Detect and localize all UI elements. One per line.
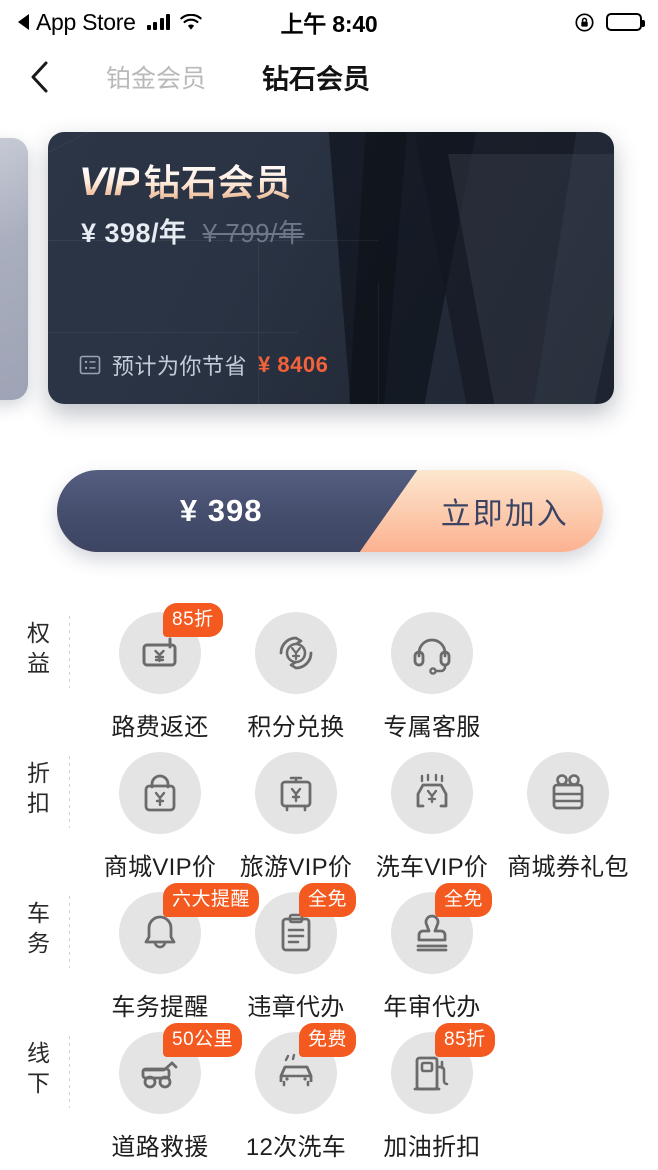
benefit-icon-wrap: [391, 612, 473, 694]
navigation-bar: 铂金会员 钻石会员: [0, 48, 658, 106]
tab-diamond-member[interactable]: 钻石会员: [262, 58, 370, 97]
benefit-icon-wrap: 免费: [255, 1023, 357, 1114]
diamond-membership-card[interactable]: VIP 钻石会员 ¥ 398/年 ¥ 799/年 预计为你节省 ¥ 8406: [48, 132, 614, 404]
card-price-current: ¥ 398/年: [81, 218, 187, 248]
benefit-badge: 85折: [163, 603, 223, 637]
status-bar-right: [574, 12, 645, 33]
benefit-item-label: 年审代办: [383, 994, 481, 1021]
benefit-item-label: 商城券礼包: [507, 854, 629, 881]
benefit-icon-wrap: 85折: [119, 603, 223, 694]
benefit-item-label: 12次洗车: [245, 1134, 347, 1161]
card-title-label: 钻石会员: [144, 154, 292, 206]
benefit-icon-wrap: 六大提醒: [119, 883, 260, 974]
benefit-row-label: 车务: [27, 900, 51, 956]
card-savings-amount: ¥ 8406: [258, 352, 329, 377]
car-wash-yen-icon: [391, 752, 473, 834]
benefit-item[interactable]: 商城VIP价: [92, 740, 228, 882]
membership-card-carousel[interactable]: VIP 钻石会员 ¥ 398/年 ¥ 799/年 预计为你节省 ¥ 8406: [0, 132, 658, 414]
benefit-item[interactable]: 洗车VIP价: [364, 740, 500, 882]
benefits-list: 权益 85折 路费返还 积分兑换 专属客服折扣商城VIP价 旅游VIP价 洗车VIP价 商城券…: [0, 600, 658, 1162]
tab-platinum-member[interactable]: 铂金会员: [106, 59, 206, 95]
back-button[interactable]: [22, 60, 56, 94]
benefit-icon-wrap: 全免: [391, 883, 493, 974]
benefit-icon-wrap: [527, 752, 609, 834]
vip-membership-screen: App Store 上午 8:40 铂金会员 钻石会员 VIP 钻石会员 ¥ 3…: [0, 0, 658, 1170]
benefit-item[interactable]: 免费 12次洗车: [228, 1020, 364, 1162]
vip-wordmark: VIP: [79, 160, 140, 204]
benefit-item[interactable]: 85折路费返还: [92, 600, 228, 742]
benefit-item-list: 85折 路费返还 积分兑换 专属客服: [92, 600, 500, 742]
benefit-item[interactable]: 85折加油折扣: [364, 1020, 500, 1162]
benefit-item-label: 商城VIP价: [103, 854, 217, 881]
card-price-group: ¥ 398/年 ¥ 799/年: [81, 211, 304, 250]
join-now-button[interactable]: ¥ 398 立即加入: [57, 470, 603, 552]
benefit-item-list: 商城VIP价 旅游VIP价 洗车VIP价 商城券礼包: [92, 740, 636, 882]
benefit-badge: 85折: [435, 1023, 495, 1057]
card-title-group: VIP 钻石会员: [79, 154, 292, 206]
list-document-icon: [79, 354, 101, 376]
benefit-icon-wrap: [119, 752, 201, 834]
status-bar: App Store 上午 8:40: [0, 0, 658, 44]
status-bar-clock: 上午 8:40: [280, 11, 378, 37]
benefit-item-label: 积分兑换: [247, 714, 345, 741]
benefit-item-label: 专属客服: [383, 714, 481, 741]
benefit-item[interactable]: 六大提醒车务提醒: [92, 880, 260, 1022]
benefit-item-list: 50公里道路救援 免费 12次洗车 85折加油折扣: [92, 1020, 500, 1162]
benefit-item-list: 六大提醒 车务提醒 全免 违章代办 全免 年审代办: [92, 880, 500, 1022]
card-grid-line: [378, 282, 379, 404]
cta-price-section: ¥ 398: [57, 470, 418, 552]
benefit-row: 线下 50公里道路救援 免费 12次洗车 85折加油折扣: [0, 1020, 658, 1162]
benefit-item[interactable]: 商城券礼包: [500, 740, 636, 882]
benefit-row-divider: [69, 1036, 70, 1108]
benefit-icon-wrap: [255, 612, 337, 694]
benefit-row-label: 权益: [27, 620, 51, 676]
benefit-item-label: 路费返还: [111, 714, 209, 741]
shopping-bag-yen-icon: [119, 752, 201, 834]
benefit-item[interactable]: 积分兑换: [228, 600, 364, 742]
benefit-badge: 免费: [299, 1023, 357, 1057]
benefit-icon-wrap: [255, 752, 337, 834]
card-price-original: ¥ 799/年: [202, 218, 305, 248]
card-grid-line: [48, 332, 298, 333]
benefit-item-label: 车务提醒: [111, 994, 209, 1021]
benefit-badge: 全免: [299, 883, 357, 917]
benefit-row-divider: [69, 896, 70, 968]
rotation-lock-icon: [574, 12, 595, 33]
benefit-badge: 50公里: [163, 1023, 243, 1057]
benefit-row-divider: [69, 756, 70, 828]
benefit-icon-wrap: 全免: [255, 883, 357, 974]
benefit-row: 车务六大提醒 车务提醒 全免 违章代办 全免 年审代办: [0, 880, 658, 1022]
benefit-row-label: 线下: [27, 1040, 51, 1096]
benefit-icon-wrap: 85折: [391, 1023, 495, 1114]
benefit-item[interactable]: 50公里道路救援: [92, 1020, 243, 1162]
benefit-row: 权益 85折 路费返还 积分兑换 专属客服: [0, 600, 658, 742]
battery-icon: [606, 13, 645, 31]
benefit-icon-wrap: [391, 752, 473, 834]
gift-coupon-icon: [527, 752, 609, 834]
points-exchange-icon: [255, 612, 337, 694]
benefit-item-label: 旅游VIP价: [239, 854, 353, 881]
benefit-badge: 全免: [435, 883, 493, 917]
benefit-item-label: 违章代办: [247, 994, 345, 1021]
benefit-icon-wrap: 50公里: [119, 1023, 243, 1114]
benefit-row: 折扣商城VIP价 旅游VIP价 洗车VIP价 商城券礼包: [0, 740, 658, 882]
headset-icon: [391, 612, 473, 694]
benefit-item[interactable]: 专属客服: [364, 600, 500, 742]
benefit-item[interactable]: 旅游VIP价: [228, 740, 364, 882]
benefit-item-label: 加油折扣: [383, 1134, 481, 1161]
benefit-item-label: 洗车VIP价: [375, 854, 489, 881]
card-savings-group: 预计为你节省 ¥ 8406: [79, 349, 328, 381]
cta-price-label: ¥ 398: [179, 493, 263, 528]
cta-join-label: 立即加入: [440, 498, 569, 531]
cta-action-section[interactable]: 立即加入: [406, 470, 603, 552]
benefit-row-label: 折扣: [27, 760, 51, 816]
benefit-badge: 六大提醒: [163, 883, 260, 917]
luggage-yen-icon: [255, 752, 337, 834]
card-savings-label: 预计为你节省: [112, 354, 248, 379]
benefit-row-divider: [69, 616, 70, 688]
platinum-card-preview[interactable]: [0, 138, 28, 400]
benefit-item[interactable]: 全免年审代办: [364, 880, 500, 1022]
chevron-left-icon: [31, 61, 48, 93]
benefit-item-label: 道路救援: [111, 1134, 209, 1161]
